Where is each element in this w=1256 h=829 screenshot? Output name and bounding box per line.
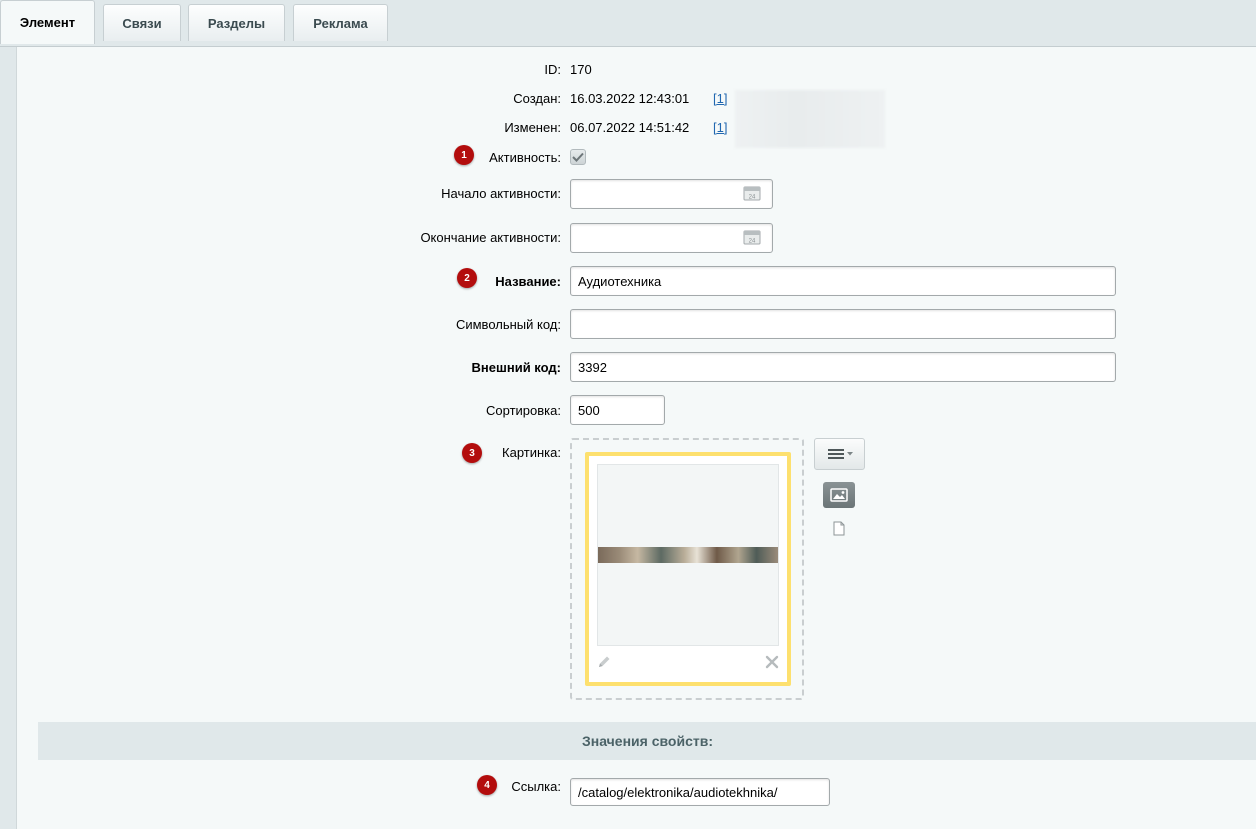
id-value: 170 bbox=[570, 62, 592, 77]
tab-label: Реклама bbox=[313, 15, 368, 31]
element-form-panel: ID: 170 Создан: 16.03.2022 12:43:01 [1] … bbox=[16, 47, 1256, 829]
created-user-link[interactable]: [1] bbox=[713, 91, 727, 106]
active-to-label: Окончание активности: bbox=[420, 230, 561, 245]
active-label: Активность: bbox=[489, 150, 561, 165]
redacted-user-names bbox=[735, 90, 885, 148]
picture-thumbnail[interactable] bbox=[597, 464, 779, 646]
link-input[interactable] bbox=[570, 778, 830, 806]
picture-drop-zone[interactable] bbox=[570, 438, 804, 700]
hint-badge-1: 1 bbox=[454, 145, 474, 165]
tab-links[interactable]: Связи bbox=[103, 4, 181, 41]
tab-element[interactable]: Элемент bbox=[0, 0, 95, 44]
menu-icon bbox=[827, 449, 853, 459]
calendar-icon[interactable]: 24 bbox=[743, 229, 761, 245]
name-label: Название: bbox=[495, 274, 561, 289]
active-checkbox[interactable] bbox=[570, 149, 586, 165]
picture-label: Картинка: bbox=[502, 445, 561, 460]
hint-badge-4: 4 bbox=[477, 775, 497, 795]
image-view-button[interactable] bbox=[823, 482, 855, 508]
picture-menu-button[interactable] bbox=[814, 438, 865, 470]
sort-label: Сортировка: bbox=[486, 403, 561, 418]
file-icon bbox=[833, 521, 845, 535]
tab-sections[interactable]: Разделы bbox=[188, 4, 285, 41]
xml-id-label: Внешний код: bbox=[471, 360, 561, 375]
tab-bar: Элемент Связи Разделы Реклама bbox=[0, 0, 1256, 47]
tab-label: Связи bbox=[122, 15, 162, 31]
modified-value: 06.07.2022 14:51:42 bbox=[570, 120, 690, 135]
properties-section-header: Значения свойств: bbox=[38, 722, 1256, 760]
active-from-label: Начало активности: bbox=[441, 186, 561, 201]
xml-id-input[interactable] bbox=[570, 352, 1116, 382]
svg-text:24: 24 bbox=[749, 239, 756, 245]
tab-advertising[interactable]: Реклама bbox=[293, 4, 388, 41]
file-view-button[interactable] bbox=[831, 519, 847, 537]
picture-card bbox=[585, 452, 791, 686]
tab-label: Элемент bbox=[19, 15, 76, 30]
calendar-icon[interactable]: 24 bbox=[743, 185, 761, 201]
created-value: 16.03.2022 12:43:01 bbox=[570, 91, 690, 106]
code-input[interactable] bbox=[570, 309, 1116, 339]
code-label: Символьный код: bbox=[455, 317, 561, 332]
image-icon bbox=[830, 488, 848, 502]
check-icon bbox=[572, 152, 584, 162]
sort-input[interactable] bbox=[570, 395, 665, 425]
tab-label: Разделы bbox=[207, 15, 266, 31]
banner-image bbox=[598, 547, 778, 563]
modified-label: Изменен: bbox=[504, 120, 561, 135]
hint-badge-3: 3 bbox=[462, 443, 482, 463]
id-label: ID: bbox=[544, 62, 561, 77]
name-input[interactable] bbox=[570, 266, 1116, 296]
pencil-icon[interactable] bbox=[596, 654, 612, 670]
hint-badge-2: 2 bbox=[457, 268, 477, 288]
svg-text:24: 24 bbox=[749, 195, 756, 201]
modified-user-link[interactable]: [1] bbox=[713, 120, 727, 135]
created-label: Создан: bbox=[513, 91, 561, 106]
properties-header-text: Значения свойств: bbox=[582, 733, 713, 749]
link-label: Ссылка: bbox=[511, 779, 561, 794]
close-icon[interactable] bbox=[765, 655, 779, 669]
